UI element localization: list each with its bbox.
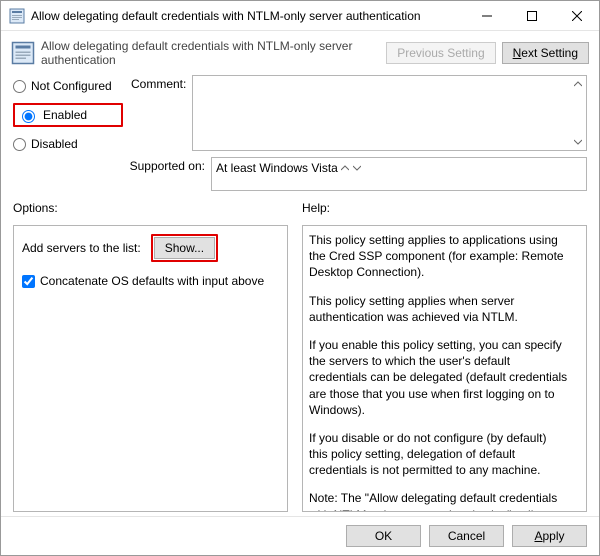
header-subtitle: Allow delegating default credentials wit… xyxy=(41,39,380,67)
scroll-down-icon[interactable] xyxy=(353,161,361,175)
help-paragraph: This policy setting applies when server … xyxy=(309,293,568,325)
options-body: Add servers to the list: Show... Concate… xyxy=(13,225,288,512)
radio-not-configured-label: Not Configured xyxy=(31,79,112,93)
help-paragraph: If you enable this policy setting, you c… xyxy=(309,337,568,418)
previous-setting-button: Previous Setting xyxy=(386,42,495,64)
highlight-show: Show... xyxy=(151,234,218,262)
minimize-button[interactable] xyxy=(464,1,509,30)
supported-on-value: At least Windows Vista xyxy=(216,161,338,175)
radio-not-configured[interactable]: Not Configured xyxy=(13,79,123,93)
options-column: Options: Add servers to the list: Show..… xyxy=(13,201,288,512)
cancel-button[interactable]: Cancel xyxy=(429,525,504,547)
highlight-enabled: Enabled xyxy=(13,103,123,127)
help-paragraph: If you disable or do not configure (by d… xyxy=(309,430,568,479)
maximize-button[interactable] xyxy=(509,1,554,30)
radio-disabled[interactable]: Disabled xyxy=(13,137,123,151)
help-paragraph: This policy setting applies to applicati… xyxy=(309,232,568,281)
concat-label: Concatenate OS defaults with input above xyxy=(40,274,264,288)
add-servers-label: Add servers to the list: xyxy=(22,241,141,255)
help-column: Help: This policy setting applies to app… xyxy=(302,201,587,512)
supported-on-label: Supported on: xyxy=(13,157,205,173)
footer: OK Cancel Apply xyxy=(1,516,599,555)
concat-checkbox[interactable] xyxy=(22,275,35,288)
header: Allow delegating default credentials wit… xyxy=(1,31,599,75)
window-buttons xyxy=(464,1,599,30)
radio-disabled-input[interactable] xyxy=(13,138,26,151)
next-setting-button[interactable]: Next Setting xyxy=(502,42,589,64)
help-title: Help: xyxy=(302,201,587,215)
scroll-up-icon[interactable] xyxy=(341,161,352,175)
comment-label: Comment: xyxy=(131,75,186,151)
comment-group: Comment: xyxy=(131,75,587,151)
scroll-up-icon[interactable] xyxy=(570,76,586,92)
help-paragraph: Note: The "Allow delegating default cred… xyxy=(309,490,568,512)
supported-on-value-box: At least Windows Vista xyxy=(211,157,587,191)
titlebar: Allow delegating default credentials wit… xyxy=(1,1,599,31)
add-servers-row: Add servers to the list: Show... xyxy=(22,234,279,262)
radio-enabled-label: Enabled xyxy=(43,108,87,122)
body: Not Configured Enabled Disabled Comment: xyxy=(1,75,599,516)
supported-on-row: Supported on: At least Windows Vista xyxy=(13,157,587,191)
scroll-down-icon[interactable] xyxy=(570,134,586,150)
concat-row[interactable]: Concatenate OS defaults with input above xyxy=(22,274,279,288)
apply-button[interactable]: Apply xyxy=(512,525,587,547)
options-help-split: Options: Add servers to the list: Show..… xyxy=(13,201,587,512)
radio-enabled-input[interactable] xyxy=(22,110,35,123)
close-button[interactable] xyxy=(554,1,599,30)
window-title: Allow delegating default credentials wit… xyxy=(31,9,464,23)
ok-button[interactable]: OK xyxy=(346,525,421,547)
state-radios: Not Configured Enabled Disabled xyxy=(13,75,123,151)
dialog-window: Allow delegating default credentials wit… xyxy=(0,0,600,556)
state-and-comment-row: Not Configured Enabled Disabled Comment: xyxy=(13,75,587,151)
group-policy-icon xyxy=(9,8,25,24)
radio-not-configured-input[interactable] xyxy=(13,80,26,93)
help-body[interactable]: This policy setting applies to applicati… xyxy=(302,225,587,512)
radio-disabled-label: Disabled xyxy=(31,137,78,151)
group-policy-icon-large xyxy=(11,41,35,65)
comment-textarea[interactable] xyxy=(192,75,587,151)
show-button[interactable]: Show... xyxy=(154,237,215,259)
options-title: Options: xyxy=(13,201,288,215)
